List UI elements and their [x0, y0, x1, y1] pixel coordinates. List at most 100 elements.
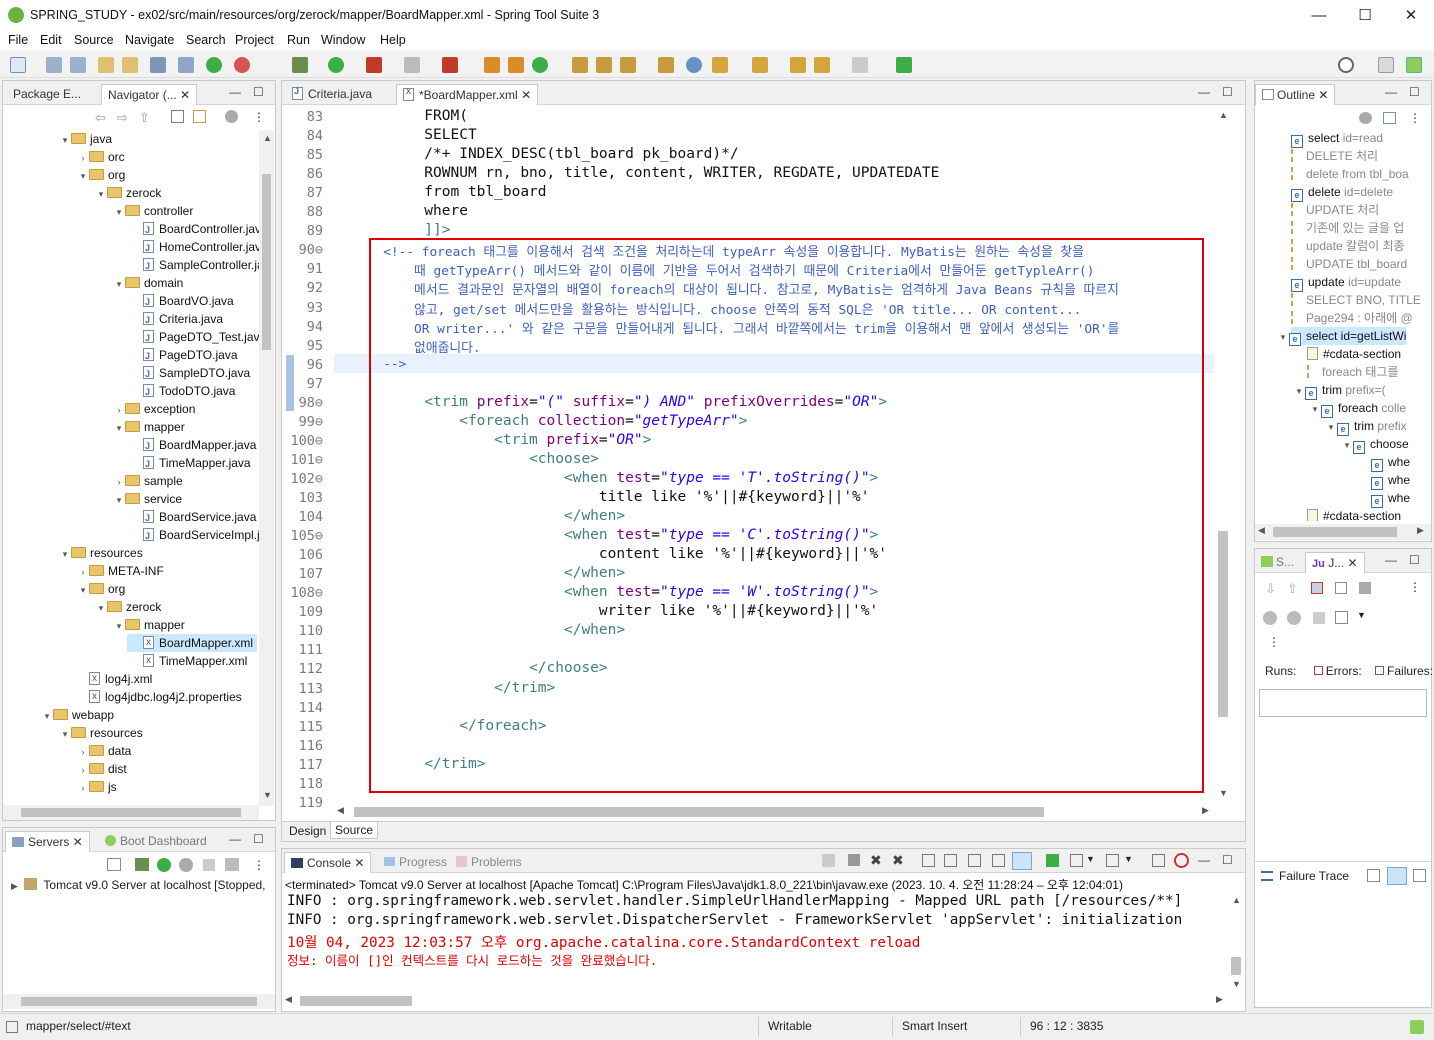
minimize-icon[interactable]: —	[229, 832, 241, 846]
outline-item[interactable]: e select id=read	[1291, 129, 1383, 148]
outline-item[interactable]: ▾ e choose	[1345, 435, 1409, 454]
outline-item[interactable]: e whe	[1371, 453, 1410, 472]
tree-item[interactable]: ▾ zerock	[95, 598, 162, 617]
rerun-icon[interactable]	[1263, 611, 1277, 625]
tab-servers[interactable]: Servers ✕	[5, 831, 90, 852]
outline-hscroll[interactable]: ◀ ▶	[1255, 524, 1431, 540]
minimize-icon[interactable]: —	[1198, 853, 1210, 867]
tree-item[interactable]: SampleController.java	[131, 256, 259, 275]
remove-all-icon[interactable]: ✖	[892, 852, 904, 869]
outline-item[interactable]: ▾ e select id=getListWi	[1281, 327, 1407, 346]
tree-item[interactable]: TimeMapper.java	[131, 454, 251, 473]
chevron-down-icon[interactable]: ▼	[1357, 610, 1366, 620]
tab-navigator[interactable]: Navigator (... ✕	[101, 84, 198, 105]
maximize-icon[interactable]: ☐	[1409, 553, 1420, 567]
maximize-icon[interactable]: ☐	[253, 85, 264, 99]
collapse-icon[interactable]: ▾	[59, 725, 71, 743]
menu-chevron-icon[interactable]: ⋮	[253, 858, 265, 872]
menu-window[interactable]: Window	[321, 33, 365, 47]
servers-hscroll[interactable]	[3, 994, 275, 1009]
outline-item[interactable]: foreach 태그를	[1307, 363, 1398, 381]
tab-console[interactable]: Console ✕	[284, 852, 372, 873]
tab-junit[interactable]: Ju J... ✕	[1305, 552, 1365, 573]
tree-item[interactable]: ▾ domain	[113, 274, 184, 292]
display-console-icon[interactable]	[1070, 854, 1083, 867]
tab-boardmapper-xml[interactable]: *BoardMapper.xml ✕	[396, 84, 539, 105]
forward-arrow-icon[interactable]: ⇨	[117, 110, 128, 126]
save-all-icon[interactable]	[70, 57, 86, 73]
outline-item[interactable]: e update id=update	[1291, 273, 1401, 292]
console-hscroll[interactable]: ◀ ▶	[282, 993, 1228, 1009]
outline-item[interactable]: #cdata-section	[1307, 345, 1401, 363]
last-edit-icon[interactable]	[790, 57, 806, 73]
build-all-icon[interactable]	[122, 57, 138, 73]
outline-item[interactable]: ▾ e trim prefix=(	[1297, 381, 1386, 400]
link-editor-icon[interactable]	[193, 110, 206, 123]
hscroll-thumb[interactable]	[354, 807, 1044, 817]
outline-item[interactable]: ▾ e foreach colle	[1313, 399, 1406, 418]
code-line[interactable]: FROM(	[337, 108, 468, 124]
maximize-button[interactable]: ☐	[1342, 0, 1388, 31]
tree-item[interactable]: BoardService.java	[131, 508, 256, 527]
navigator-vscroll[interactable]: ▲ ▼	[259, 130, 274, 806]
vscroll-thumb[interactable]	[1218, 531, 1228, 717]
tree-item[interactable]: TodoDTO.java	[131, 382, 235, 401]
tree-item[interactable]: ▾ resources	[59, 544, 143, 562]
server-start-icon[interactable]	[157, 858, 171, 872]
tree-item[interactable]: › data	[77, 742, 132, 760]
menu-project[interactable]: Project	[235, 33, 274, 47]
show-failures-icon[interactable]	[1311, 582, 1323, 594]
outline-item[interactable]: e whe	[1371, 489, 1410, 508]
tree-item[interactable]: › orc	[77, 148, 125, 166]
server-stop-icon[interactable]	[203, 859, 215, 871]
tree-item[interactable]: ▾ service	[113, 490, 182, 508]
tree-item[interactable]: BoardVO.java	[131, 292, 234, 311]
expand-icon[interactable]: ▶	[11, 881, 18, 891]
collapse-icon[interactable]: ▾	[59, 545, 71, 563]
code-line[interactable]: SELECT	[337, 127, 476, 143]
toggle-breakpoint-icon[interactable]	[178, 57, 194, 73]
tree-item[interactable]: log4jdbc.log4j2.properties	[77, 688, 242, 706]
pin-editor-icon[interactable]	[896, 57, 912, 73]
tree-item[interactable]: ▾ resources	[59, 724, 143, 742]
new-package-icon[interactable]	[508, 57, 524, 73]
debug-icon[interactable]	[292, 57, 308, 73]
collapse-icon[interactable]	[107, 858, 121, 871]
menu-chevron-icon[interactable]: ⋮	[253, 110, 265, 124]
more-icon[interactable]: ⋮	[1268, 635, 1280, 649]
outline-item[interactable]: UPDATE tbl_board	[1291, 255, 1407, 273]
menu-edit[interactable]: Edit	[40, 33, 62, 47]
open-task-icon[interactable]	[596, 57, 612, 73]
collapse-icon[interactable]: ▾	[1277, 328, 1289, 346]
external-tools-icon[interactable]	[366, 57, 382, 73]
outline-item[interactable]: e delete id=delete	[1291, 183, 1393, 202]
show-stdout-icon[interactable]	[992, 854, 1005, 867]
open-resource-icon[interactable]	[658, 57, 674, 73]
remove-launch-icon[interactable]: ✖	[870, 852, 882, 869]
editor-hscroll[interactable]: ◀ ▶	[334, 804, 1214, 820]
new-console-icon[interactable]	[1106, 854, 1119, 867]
back-icon[interactable]	[814, 57, 830, 73]
stop-icon[interactable]	[1313, 612, 1325, 624]
collapse-icon[interactable]: ▾	[95, 599, 107, 617]
minimize-icon[interactable]: —	[1385, 553, 1397, 567]
tree-item[interactable]: PageDTO.java	[131, 346, 238, 365]
tab-source[interactable]: Source	[330, 822, 379, 839]
tree-item[interactable]: ▾ mapper	[113, 418, 185, 436]
outline-item[interactable]: Page294 : 아래에 @	[1291, 309, 1413, 327]
code-line[interactable]: from tbl_board	[337, 184, 546, 200]
scroll-thumb[interactable]	[262, 174, 271, 350]
chevron-down-icon[interactable]: ▼	[1086, 854, 1095, 864]
word-wrap-icon[interactable]	[968, 854, 981, 867]
menu-search[interactable]: Search	[186, 33, 226, 47]
open-perspective-icon[interactable]	[1378, 57, 1394, 73]
collapse-icon[interactable]: ▾	[77, 581, 89, 599]
terminate-icon[interactable]	[848, 854, 860, 866]
filter-trace-icon[interactable]	[1387, 867, 1407, 885]
outline-item[interactable]: DELETE 처리	[1291, 147, 1378, 165]
console-icon[interactable]	[150, 57, 166, 73]
collapse-icon[interactable]: ▾	[1341, 436, 1353, 454]
scroll-lock-icon[interactable]	[944, 854, 957, 867]
outline-item[interactable]: SELECT BNO, TITLE	[1291, 291, 1421, 309]
prev-annotation-icon[interactable]	[752, 57, 768, 73]
